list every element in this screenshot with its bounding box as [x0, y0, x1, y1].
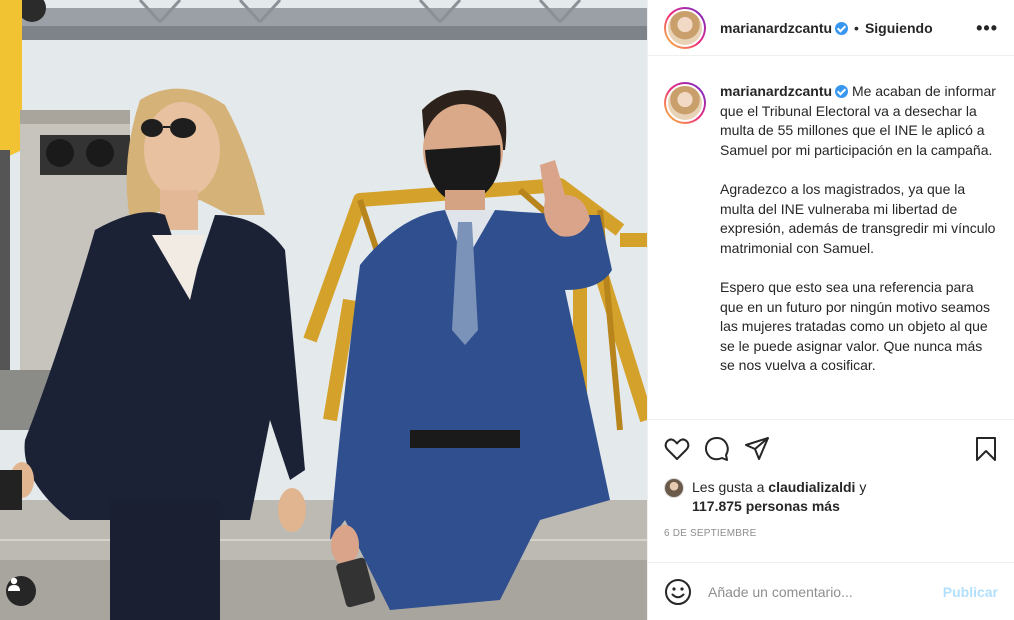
caption-area: marianardzcantu Me acaban de informar qu…	[648, 56, 1014, 420]
liker-avatar[interactable]	[664, 478, 684, 498]
post-image	[0, 0, 647, 620]
likes-connector: y	[859, 479, 867, 495]
like-button[interactable]	[664, 429, 704, 469]
post-photo[interactable]	[0, 0, 647, 620]
likes-summary: Les gusta a claudializaldi y 117.875 per…	[648, 478, 1014, 516]
post-date[interactable]: 6 DE SEPTIEMBRE	[648, 516, 1014, 539]
tagged-users-icon[interactable]	[6, 576, 36, 606]
share-icon	[745, 437, 769, 460]
verified-badge-icon	[835, 85, 849, 98]
caption-paragraph-1: marianardzcantu Me acaban de informar qu…	[720, 82, 998, 160]
following-button[interactable]: Siguiendo	[865, 20, 933, 36]
caption-avatar[interactable]	[664, 82, 706, 124]
emoji-icon[interactable]	[664, 578, 692, 606]
verified-badge-icon	[835, 21, 849, 35]
post-header: marianardzcantu • Siguiendo •••	[648, 0, 1014, 56]
comment-input[interactable]	[708, 583, 943, 600]
caption-paragraph-3: Espero que esto sea una referencia para …	[720, 278, 991, 374]
liked-by-user[interactable]: claudializaldi	[768, 479, 855, 495]
post-side-panel: marianardzcantu • Siguiendo ••• marianar…	[647, 0, 1014, 620]
caption-text: marianardzcantu Me acaban de informar qu…	[720, 82, 998, 419]
caption-username[interactable]: marianardzcantu	[720, 83, 832, 99]
comment-box: Publicar	[648, 562, 1014, 620]
header-separator: •	[854, 19, 859, 36]
comment-button[interactable]	[704, 429, 744, 469]
caption-paragraph-2: Agradezco a los magistrados, ya que la m…	[720, 180, 996, 256]
header-username-text[interactable]: marianardzcantu	[720, 20, 832, 36]
likes-others-count[interactable]: 117.875 personas más	[692, 498, 840, 514]
bookmark-icon	[976, 437, 996, 461]
likes-text: Les gusta a claudializaldi y 117.875 per…	[692, 478, 866, 516]
likes-prefix: Les gusta a	[692, 479, 765, 495]
heart-icon	[664, 438, 690, 460]
action-bar	[648, 420, 1014, 478]
comment-icon	[704, 437, 729, 461]
person-icon	[8, 577, 20, 591]
header-avatar[interactable]	[664, 6, 706, 49]
share-button[interactable]	[744, 429, 784, 469]
publish-button[interactable]: Publicar	[943, 584, 998, 600]
header-username[interactable]: marianardzcantu	[720, 20, 849, 36]
more-options-icon[interactable]: •••	[976, 19, 998, 37]
save-button[interactable]	[958, 429, 998, 469]
